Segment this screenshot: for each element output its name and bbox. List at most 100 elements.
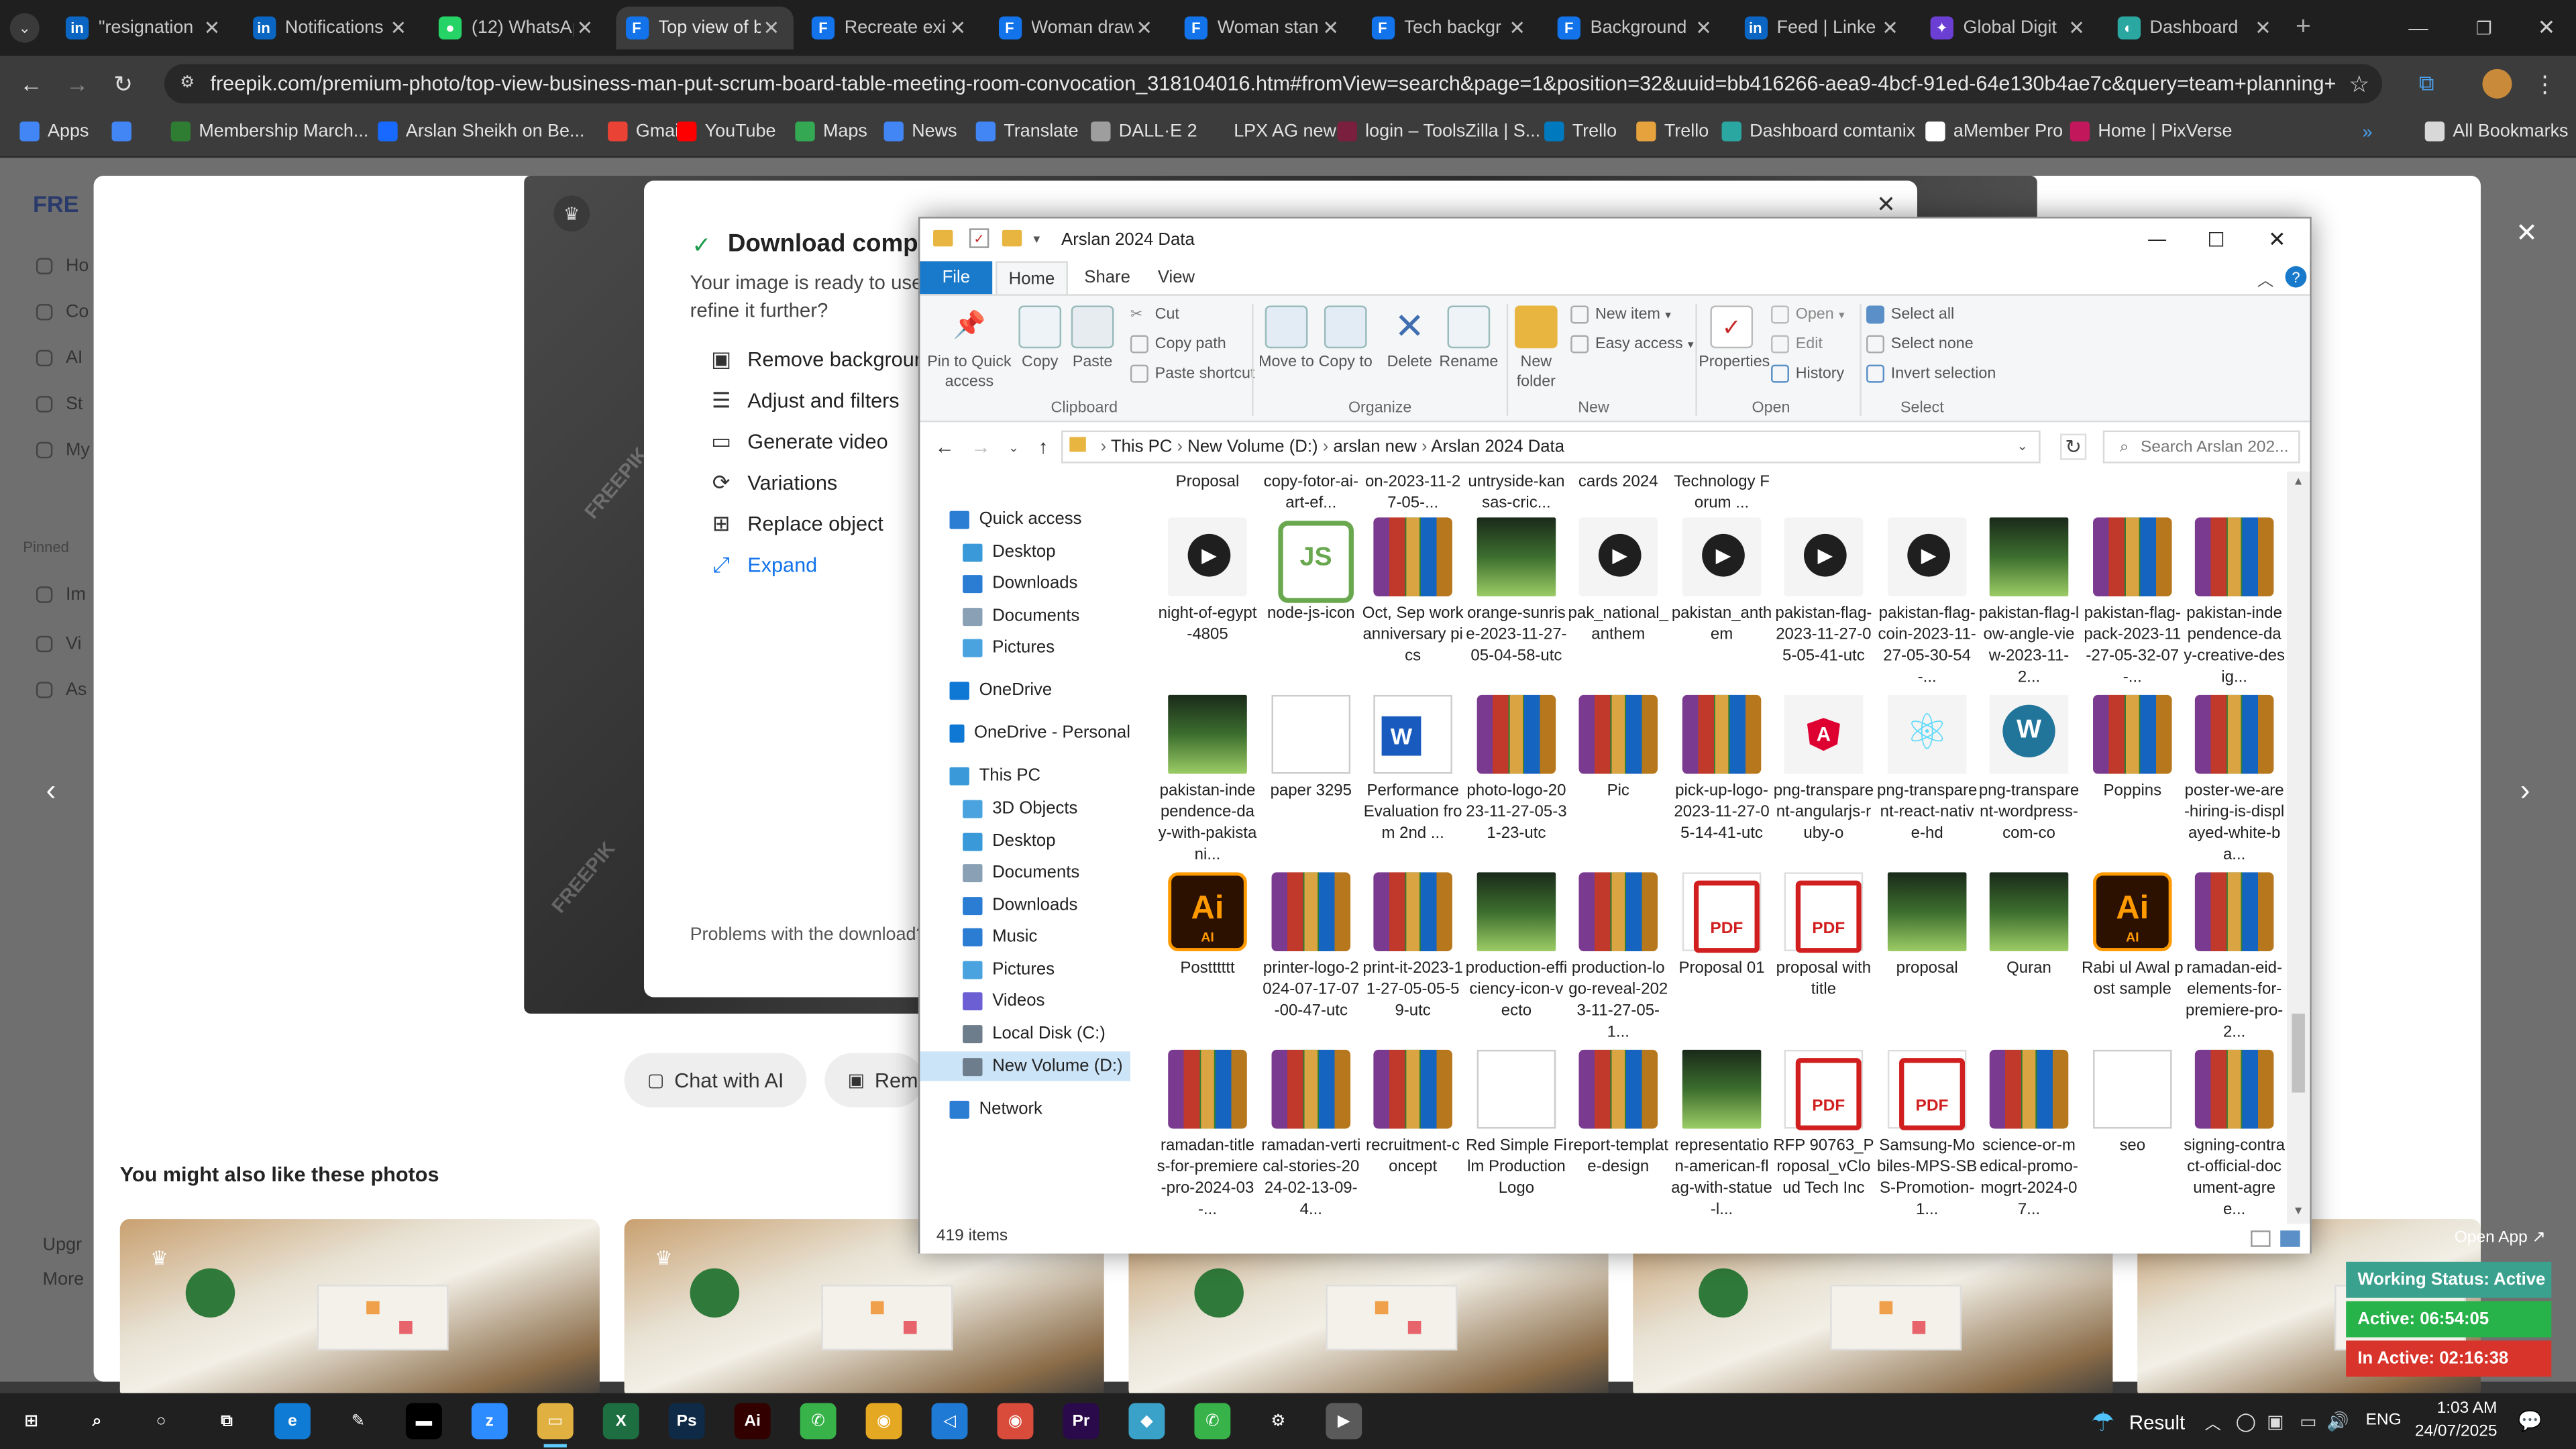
- page-nav-item[interactable]: As: [36, 680, 87, 700]
- nav-item-onedrive[interactable]: OneDrive: [949, 676, 1130, 705]
- chrome-icon[interactable]: ◉: [865, 1403, 902, 1440]
- nav-item-this-pc[interactable]: This PC: [949, 761, 1130, 790]
- nav-item-new-volume-d-[interactable]: New Volume (D:): [920, 1051, 1130, 1081]
- nav-item-network[interactable]: Network: [949, 1094, 1130, 1124]
- bookmark-star-icon[interactable]: ☆: [2345, 69, 2374, 99]
- file-item[interactable]: Ai Postttttt: [1157, 872, 1258, 979]
- file-item[interactable]: Poppins: [2082, 694, 2184, 802]
- nav-item-documents[interactable]: Documents: [963, 857, 1143, 887]
- terminal-icon[interactable]: ▬: [405, 1403, 442, 1440]
- file-item-label-partial[interactable]: copy-fotor-ai-art-ef...: [1260, 472, 1362, 515]
- file-explorer-icon[interactable]: ▭: [537, 1403, 574, 1448]
- window-close-button[interactable]: ✕: [2530, 13, 2563, 43]
- properties-qa-icon[interactable]: ✓: [969, 228, 989, 248]
- site-info-icon[interactable]: ⚙: [177, 74, 197, 93]
- back-icon[interactable]: ←: [16, 69, 46, 99]
- breadcrumb-item[interactable]: New Volume (D:): [1187, 437, 1318, 456]
- media-player-icon[interactable]: ▶: [1326, 1403, 1362, 1440]
- close-panel-icon[interactable]: ✕: [1873, 190, 1899, 217]
- browser-tab[interactable]: ◐ Dashboard ✕: [2107, 7, 2284, 50]
- file-item[interactable]: paper 3295: [1260, 694, 1362, 802]
- new-tab-button[interactable]: +: [2287, 11, 2320, 44]
- file-item[interactable]: Quran: [1978, 872, 2080, 979]
- tab-close-icon[interactable]: ✕: [201, 16, 223, 39]
- option-variations[interactable]: ⟳ Variations: [710, 471, 837, 495]
- all-bookmarks-link[interactable]: All Bookmarks: [2424, 121, 2569, 142]
- file-item[interactable]: pakistan-flag-pack-2023-11-27-05-32-07-.…: [2082, 517, 2184, 688]
- nav-item-videos[interactable]: Videos: [963, 985, 1143, 1015]
- file-item[interactable]: signing-contract-official-document-agree…: [2184, 1049, 2286, 1221]
- settings-icon[interactable]: ⚙: [1260, 1403, 1297, 1440]
- new-item-button[interactable]: New item ▾: [1570, 305, 1671, 324]
- nav-back-icon[interactable]: ←: [933, 435, 956, 458]
- vertical-scrollbar[interactable]: ▲ ▼: [2287, 471, 2310, 1224]
- zoom-icon[interactable]: z: [471, 1403, 508, 1440]
- browser-tab[interactable]: F Tech backgr ✕: [1361, 7, 1538, 50]
- photoshop-icon[interactable]: Ps: [668, 1403, 705, 1440]
- new-folder-qa-icon[interactable]: [1002, 229, 1022, 247]
- browser-tab[interactable]: in "resignation ✕: [56, 7, 233, 50]
- nav-item-music[interactable]: Music: [963, 922, 1143, 951]
- browser-tab[interactable]: F Background ✕: [1548, 7, 1725, 50]
- scrollbar-thumb[interactable]: [2292, 1014, 2305, 1093]
- bookmark-item[interactable]: DALL·E 2: [1091, 121, 1197, 142]
- extensions-icon[interactable]: ⧉: [2412, 69, 2441, 99]
- cut-button[interactable]: ✂ Cut: [1130, 306, 1179, 324]
- address-dropdown-icon[interactable]: ⌄: [2012, 437, 2032, 456]
- app-icon[interactable]: ◆: [1128, 1403, 1165, 1440]
- premiere-icon[interactable]: Pr: [1063, 1403, 1099, 1440]
- file-item[interactable]: orange-sunrise-2023-11-27-05-04-58-utc: [1466, 517, 1568, 667]
- nav-item-3d-objects[interactable]: 3D Objects: [963, 794, 1143, 823]
- remove-button[interactable]: ▣ Remo: [824, 1053, 930, 1108]
- option-expand[interactable]: ⤢ Expand: [710, 553, 817, 577]
- file-item[interactable]: pakistan-flag-low-angle-view-2023-11-2..…: [1978, 517, 2080, 688]
- file-item[interactable]: RFP 90763_Proposal_vCloud Tech Inc: [1772, 1049, 1874, 1199]
- task-view-icon[interactable]: ⧉: [209, 1403, 245, 1440]
- file-item[interactable]: pak_national_anthem: [1567, 517, 1669, 645]
- file-item[interactable]: production-logo-reveal-2023-11-27-05-1..…: [1567, 872, 1669, 1043]
- tab-close-icon[interactable]: ✕: [574, 16, 596, 39]
- bookmark-item[interactable]: aMember Pro: [1925, 121, 2063, 142]
- more-link[interactable]: More: [43, 1270, 84, 1289]
- file-item[interactable]: pick-up-logo-2023-11-27-05-14-41-utc: [1671, 694, 1773, 845]
- file-item[interactable]: Oct, Sep work anniversary pics: [1362, 517, 1464, 667]
- bookmark-item[interactable]: [111, 121, 140, 142]
- clock-time[interactable]: 1:03 AM: [2425, 1400, 2498, 1418]
- easy-access-button[interactable]: Easy access ▾: [1570, 335, 1694, 354]
- browser-tab[interactable]: F Recreate exist✕: [802, 7, 979, 50]
- search-input[interactable]: [2141, 435, 2296, 459]
- browser-tab[interactable]: ● (12) WhatsAp ✕: [429, 7, 606, 50]
- ribbon-tab-home[interactable]: Home: [996, 261, 1068, 294]
- tab-close-icon[interactable]: ✕: [1133, 16, 1156, 39]
- file-item[interactable]: ramadan-titles-for-premiere-pro-2024-03-…: [1157, 1049, 1258, 1221]
- ribbon-collapse-icon[interactable]: ︿: [2254, 266, 2277, 290]
- refresh-icon[interactable]: ↻: [2060, 433, 2087, 460]
- nav-forward-icon[interactable]: →: [969, 435, 992, 458]
- qa-dropdown-icon[interactable]: ▾: [1028, 228, 1044, 248]
- vscode-icon[interactable]: ◁: [931, 1403, 968, 1440]
- nav-item-documents[interactable]: Documents📌: [963, 601, 1168, 631]
- option-generate-video[interactable]: ▭ Generate video: [710, 429, 888, 453]
- file-item-label-partial[interactable]: untryside-kansas-cric...: [1466, 472, 1568, 515]
- tab-search-icon[interactable]: ⌄: [9, 13, 40, 43]
- tab-close-icon[interactable]: ✕: [1692, 16, 1715, 39]
- browser-menu-icon[interactable]: ⋮: [2530, 69, 2559, 99]
- file-item-label-partial[interactable]: cards 2024: [1567, 472, 1669, 493]
- search-icon[interactable]: ⌕: [78, 1403, 115, 1440]
- file-item[interactable]: science-or-medical-promo-mogrt-2024-07..…: [1978, 1049, 2080, 1221]
- file-item[interactable]: png-transparent-react-native-hd: [1876, 694, 1978, 845]
- bookmark-item[interactable]: Translate: [975, 121, 1079, 142]
- bookmark-item[interactable]: Gmail: [608, 121, 683, 142]
- copy-path-button[interactable]: Copy path: [1130, 335, 1226, 354]
- file-item[interactable]: png-transparent-wordpress-com-co: [1978, 694, 2080, 845]
- file-item[interactable]: ramadan-vertical-stories-2024-02-13-09-4…: [1260, 1049, 1362, 1221]
- bookmark-item[interactable]: Maps: [795, 121, 867, 142]
- file-item[interactable]: Pic: [1567, 694, 1669, 802]
- bookmark-item[interactable]: Membership March...: [170, 121, 368, 142]
- file-item[interactable]: Performance Evaluation from 2nd ...: [1362, 694, 1464, 845]
- bookmark-item[interactable]: YouTube: [676, 121, 776, 142]
- bookmark-item[interactable]: Home | PixVerse: [2070, 121, 2233, 142]
- page-nav-item[interactable]: Ho: [36, 256, 89, 276]
- meet-now-icon[interactable]: ▣: [2264, 1409, 2287, 1432]
- tray-expand-icon[interactable]: ︿: [2202, 1409, 2224, 1434]
